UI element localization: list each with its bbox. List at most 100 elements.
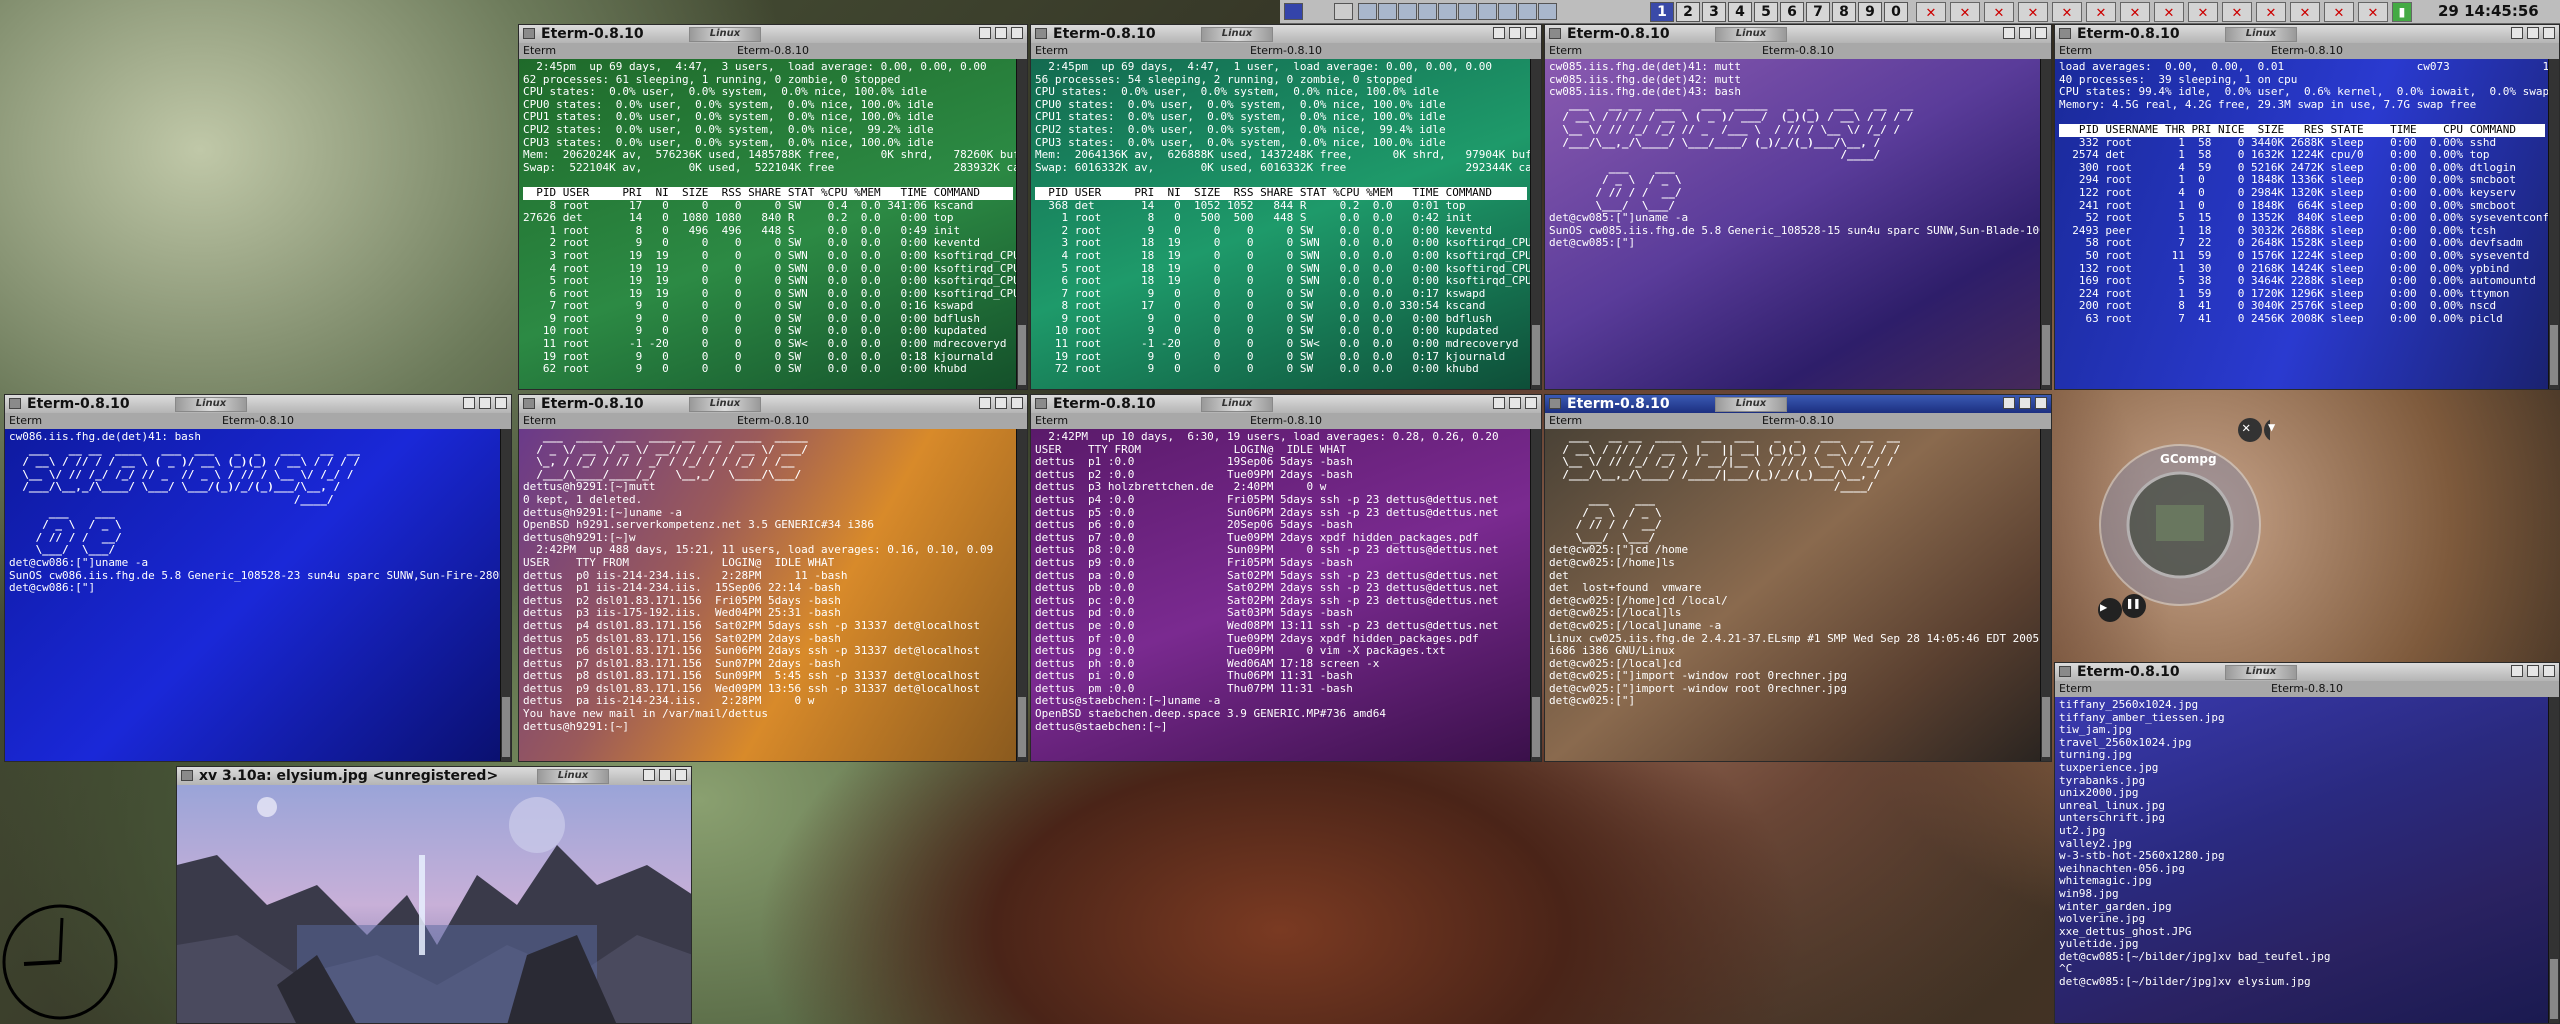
eterm-window-cw086[interactable]: Eterm-0.8.10 Linux Eterm Eterm-0.8.10 cw08…: [4, 394, 512, 762]
eterm-window-top-1[interactable]: Eterm-0.8.10 Linux Eterm Eterm-0.8.10 2:45…: [518, 24, 1028, 390]
minimize-icon[interactable]: [463, 397, 475, 409]
panel-launcher-icon-3[interactable]: [1398, 3, 1417, 20]
panel-launcher-icon-1[interactable]: [1358, 3, 1377, 20]
minimize-icon[interactable]: [979, 397, 991, 409]
window-menu-icon[interactable]: [1035, 28, 1047, 39]
close-icon[interactable]: [1011, 397, 1023, 409]
maximize-icon[interactable]: [995, 27, 1007, 39]
title-bar[interactable]: Eterm-0.8.10 Linux: [2055, 663, 2559, 682]
scrollbar[interactable]: [1530, 59, 1541, 389]
eterm-window-staebchen[interactable]: Eterm-0.8.10 Linux Eterm Eterm-0.8.10 2:42…: [1030, 394, 1542, 762]
eterm-window-h9291[interactable]: Eterm-0.8.10 Linux Eterm Eterm-0.8.10 ___ …: [518, 394, 1028, 762]
panel-window-list-icon[interactable]: [1334, 3, 1353, 20]
workspace-3[interactable]: 3: [1702, 2, 1726, 22]
scrollbar[interactable]: [1530, 429, 1541, 761]
scrollbar[interactable]: [500, 429, 511, 761]
task-button-14[interactable]: ✕: [2358, 2, 2388, 22]
title-bar[interactable]: Eterm-0.8.10 Linux: [519, 25, 1027, 44]
panel-launcher-icon-9[interactable]: [1518, 3, 1537, 20]
close-icon[interactable]: [2543, 27, 2555, 39]
minimize-icon[interactable]: [2511, 27, 2523, 39]
minimize-icon[interactable]: [1493, 397, 1505, 409]
panel-menu-icon[interactable]: [1284, 3, 1303, 20]
terminal-text[interactable]: 2:45pm up 69 days, 4:47, 1 user, load av…: [1031, 59, 1531, 389]
terminal-text[interactable]: tiffany_2560x1024.jpg tiffany_amber_tiess…: [2055, 697, 2549, 1023]
close-icon[interactable]: [1011, 27, 1023, 39]
workspace-0[interactable]: 0: [1884, 2, 1908, 22]
panel-launcher-icon-8[interactable]: [1498, 3, 1517, 20]
maximize-icon[interactable]: [1509, 27, 1521, 39]
maximize-icon[interactable]: [2019, 27, 2031, 39]
terminal-text[interactable]: ___ ____ ___ ____ __ __ ____ _____ / _ \…: [519, 429, 1017, 761]
task-button-5[interactable]: ✕: [2052, 2, 2082, 22]
eterm-window-cw085[interactable]: Eterm-0.8.10 Linux Eterm Eterm-0.8.10 cw08…: [1544, 24, 2052, 390]
task-button-1[interactable]: ✕: [1916, 2, 1946, 22]
menu-player-icon[interactable]: ▼: [2268, 420, 2275, 434]
maximize-icon[interactable]: [2527, 665, 2539, 677]
panel-launcher-icon-5[interactable]: [1438, 3, 1457, 20]
task-button-11[interactable]: ✕: [2256, 2, 2286, 22]
eterm-window-top-2[interactable]: Eterm-0.8.10 Linux Eterm Eterm-0.8.10 2:45…: [1030, 24, 1542, 390]
scrollbar[interactable]: [2548, 59, 2559, 389]
workspace-1[interactable]: 1: [1650, 2, 1674, 22]
task-button-3[interactable]: ✕: [1984, 2, 2014, 22]
close-icon[interactable]: [495, 397, 507, 409]
title-bar[interactable]: xv 3.10a: elysium.jpg <unregistered> Linu…: [177, 767, 691, 786]
panel-launcher-icon-4[interactable]: [1418, 3, 1437, 20]
workspace-8[interactable]: 8: [1832, 2, 1856, 22]
window-menu-icon[interactable]: [1035, 398, 1047, 409]
minimize-icon[interactable]: [979, 27, 991, 39]
media-player-widget[interactable]: GCompg ▶ ❚❚ ✕ ▼: [2090, 410, 2288, 640]
scrollbar[interactable]: [2040, 59, 2051, 389]
pause-icon[interactable]: ❚❚: [2126, 596, 2140, 610]
task-button-2[interactable]: ✕: [1950, 2, 1980, 22]
workspace-7[interactable]: 7: [1806, 2, 1830, 22]
task-button-8[interactable]: ✕: [2154, 2, 2184, 22]
eterm-window-cw025[interactable]: Eterm-0.8.10 Linux Eterm Eterm-0.8.10 ___ …: [1544, 394, 2052, 762]
minimize-icon[interactable]: [2511, 665, 2523, 677]
scrollbar[interactable]: [2040, 429, 2051, 761]
terminal-text[interactable]: ___ __ __ ____ ___ ___ _ _ ___ __ __ / _…: [1545, 429, 2041, 761]
workspace-4[interactable]: 4: [1728, 2, 1752, 22]
workspace-9[interactable]: 9: [1858, 2, 1882, 22]
xv-window[interactable]: xv 3.10a: elysium.jpg <unregistered> Linu…: [176, 766, 692, 1024]
title-bar[interactable]: Eterm-0.8.10 Linux: [1545, 395, 2051, 414]
task-button-10[interactable]: ✕: [2222, 2, 2252, 22]
close-icon[interactable]: [2035, 397, 2047, 409]
task-button-4[interactable]: ✕: [2018, 2, 2048, 22]
workspace-2[interactable]: 2: [1676, 2, 1700, 22]
maximize-icon[interactable]: [2019, 397, 2031, 409]
scrollbar[interactable]: [2548, 697, 2559, 1023]
xv-image[interactable]: [177, 785, 691, 1023]
play-icon[interactable]: ▶: [2100, 600, 2107, 614]
task-button-13[interactable]: ✕: [2324, 2, 2354, 22]
window-menu-icon[interactable]: [523, 28, 535, 39]
task-button-7[interactable]: ✕: [2120, 2, 2150, 22]
minimize-icon[interactable]: [2003, 397, 2015, 409]
terminal-text[interactable]: load averages: 0.00, 0.00, 0.01 cw073 14…: [2055, 59, 2549, 389]
minimize-icon[interactable]: [2003, 27, 2015, 39]
eterm-window-cw073[interactable]: Eterm-0.8.10 Linux Eterm Eterm-0.8.10 load…: [2054, 24, 2560, 390]
title-bar[interactable]: Eterm-0.8.10 Linux: [5, 395, 511, 414]
maximize-icon[interactable]: [2527, 27, 2539, 39]
maximize-icon[interactable]: [659, 769, 671, 781]
window-menu-icon[interactable]: [2059, 666, 2071, 677]
close-player-icon[interactable]: ✕: [2242, 420, 2250, 436]
window-menu-icon[interactable]: [181, 770, 193, 781]
task-button-6[interactable]: ✕: [2086, 2, 2116, 22]
panel-launcher-icon-10[interactable]: [1538, 3, 1557, 20]
close-icon[interactable]: [2543, 665, 2555, 677]
window-menu-icon[interactable]: [2059, 28, 2071, 39]
task-button-12[interactable]: ✕: [2290, 2, 2320, 22]
scrollbar[interactable]: [1016, 59, 1027, 389]
close-icon[interactable]: [675, 769, 687, 781]
window-menu-icon[interactable]: [1549, 28, 1561, 39]
close-icon[interactable]: [1525, 397, 1537, 409]
title-bar[interactable]: Eterm-0.8.10 Linux: [2055, 25, 2559, 44]
panel-launcher-icon-7[interactable]: [1478, 3, 1497, 20]
terminal-text[interactable]: cw085.iis.fhg.de(det)41: mutt cw085.iis.f…: [1545, 59, 2041, 389]
close-icon[interactable]: [1525, 27, 1537, 39]
eterm-window-filelist[interactable]: Eterm-0.8.10 Linux Eterm Eterm-0.8.10 tiff…: [2054, 662, 2560, 1024]
terminal-text[interactable]: cw086.iis.fhg.de(det)41: bash ___ __ __ …: [5, 429, 501, 761]
task-button-9[interactable]: ✕: [2188, 2, 2218, 22]
